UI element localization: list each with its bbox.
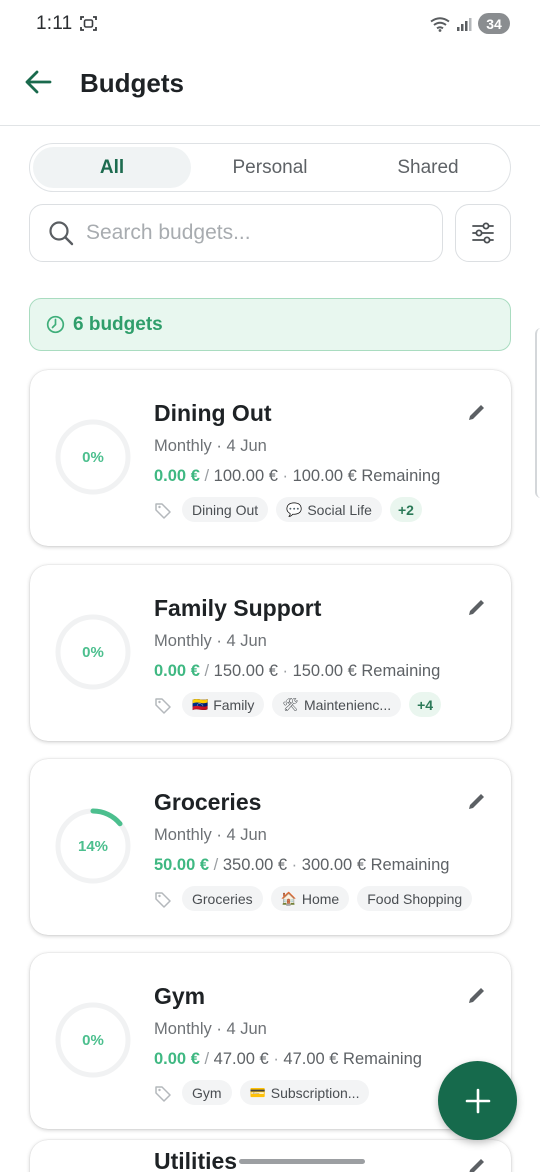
spent-amount: 0.00 €: [154, 1050, 200, 1068]
tag-icon: [155, 697, 171, 714]
status-bar: 1:11 34: [0, 0, 540, 48]
tab-personal[interactable]: Personal: [191, 147, 349, 188]
page-title: Budgets: [80, 68, 184, 98]
budget-period: Monthly · 4 Jun: [154, 632, 267, 650]
budget-amounts: 0.00 € / 100.00 € · 100.00 € Remaining: [154, 467, 441, 485]
category-tag: Groceries: [182, 886, 263, 911]
search-box: [29, 204, 443, 262]
budget-card[interactable]: Utilities: [30, 1140, 511, 1172]
category-tag: Dining Out: [182, 497, 269, 522]
budget-amounts: 50.00 € / 350.00 € · 300.00 € Remaining: [154, 856, 450, 874]
category-tag: Gym: [182, 1080, 232, 1105]
budget-name: Family Support: [154, 595, 322, 621]
tab-all[interactable]: All: [33, 147, 191, 188]
category-tag: 🇻🇪 Family: [182, 692, 265, 717]
budget-amounts: 0.00 € / 47.00 € · 47.00 € Remaining: [154, 1050, 422, 1068]
tag-icon: [155, 1085, 171, 1102]
category-tag: 💬 Social Life: [276, 497, 382, 522]
home-indicator[interactable]: [239, 1159, 365, 1164]
budget-name: Groceries: [154, 789, 262, 815]
progress-percent: 0%: [82, 643, 104, 661]
budget-period: Monthly · 4 Jun: [154, 437, 267, 455]
budget-period: Monthly · 4 Jun: [154, 1020, 267, 1038]
spent-amount: 50.00 €: [154, 856, 210, 874]
back-button[interactable]: [22, 66, 54, 98]
category-tag: Food Shopping: [357, 886, 473, 911]
scrollbar[interactable]: [535, 328, 540, 498]
budget-scope-tabs: All Personal Shared: [29, 143, 511, 192]
arrow-left-icon: [25, 70, 52, 94]
budget-name: Utilities: [154, 1148, 238, 1172]
budget-period: Monthly · 4 Jun: [154, 826, 267, 844]
sliders-icon: [472, 222, 494, 244]
remaining-amount: 300.00 € Remaining: [301, 856, 450, 874]
pencil-icon[interactable]: [465, 789, 489, 813]
remaining-amount: 47.00 € Remaining: [283, 1050, 422, 1068]
signal-icon: [457, 17, 472, 31]
app-header: Budgets: [0, 48, 540, 126]
limit-amount: 350.00 €: [222, 856, 288, 874]
pencil-icon[interactable]: [465, 1154, 489, 1172]
remaining-amount: 150.00 € Remaining: [292, 662, 441, 680]
search-input[interactable]: [86, 221, 386, 245]
category-tag: 🛠 Maintenienc...: [272, 692, 402, 717]
tag-icon: [155, 502, 171, 519]
filter-button[interactable]: [455, 204, 511, 262]
budget-count-banner: 6 budgets: [29, 298, 511, 351]
pencil-icon[interactable]: [465, 400, 489, 424]
budget-card[interactable]: 0% Dining Out Monthly · 4 Jun 0.00 € / 1…: [30, 370, 511, 546]
more-tags-badge[interactable]: +2: [389, 497, 422, 522]
progress-percent: 0%: [82, 1031, 104, 1049]
budget-tags: Dining Out 💬 Social Life +2: [154, 497, 422, 522]
battery-indicator: 34: [478, 13, 510, 34]
more-tags-badge[interactable]: +4: [409, 692, 442, 717]
plus-icon: [465, 1088, 490, 1113]
budget-name: Gym: [154, 983, 206, 1009]
budget-count: 6 budgets: [73, 313, 163, 335]
add-budget-button[interactable]: [438, 1061, 517, 1140]
search-icon: [49, 221, 74, 246]
limit-amount: 100.00 €: [213, 467, 278, 485]
budget-tags: Groceries 🏠 Home Food Shopping: [154, 886, 473, 911]
budget-tags: 🇻🇪 Family 🛠 Maintenienc... +4: [154, 692, 442, 717]
budget-amounts: 0.00 € / 150.00 € · 150.00 € Remaining: [154, 662, 441, 680]
clock-icon: [46, 315, 65, 334]
tag-icon: [155, 891, 171, 908]
pencil-icon[interactable]: [465, 983, 489, 1007]
status-time: 1:11: [36, 13, 73, 34]
progress-percent: 14%: [77, 837, 109, 855]
wifi-icon: [430, 16, 450, 32]
status-icons: 34: [430, 13, 510, 34]
budget-card[interactable]: 14% Groceries Monthly · 4 Jun 50.00 € / …: [30, 759, 511, 935]
progress-percent: 0%: [82, 448, 104, 466]
remaining-amount: 100.00 € Remaining: [292, 467, 441, 485]
budget-card[interactable]: 0% Family Support Monthly · 4 Jun 0.00 €…: [30, 565, 511, 741]
spent-amount: 0.00 €: [154, 662, 200, 680]
spent-amount: 0.00 €: [154, 467, 200, 485]
budget-tags: Gym 💳 Subscription...: [154, 1080, 370, 1105]
pencil-icon[interactable]: [465, 595, 489, 619]
category-tag: 💳 Subscription...: [239, 1080, 370, 1105]
limit-amount: 150.00 €: [213, 662, 278, 680]
limit-amount: 47.00 €: [213, 1050, 269, 1068]
screen-record-icon: [80, 16, 97, 31]
category-tag: 🏠 Home: [270, 886, 350, 911]
budget-name: Dining Out: [154, 400, 272, 426]
tab-shared[interactable]: Shared: [349, 147, 507, 188]
